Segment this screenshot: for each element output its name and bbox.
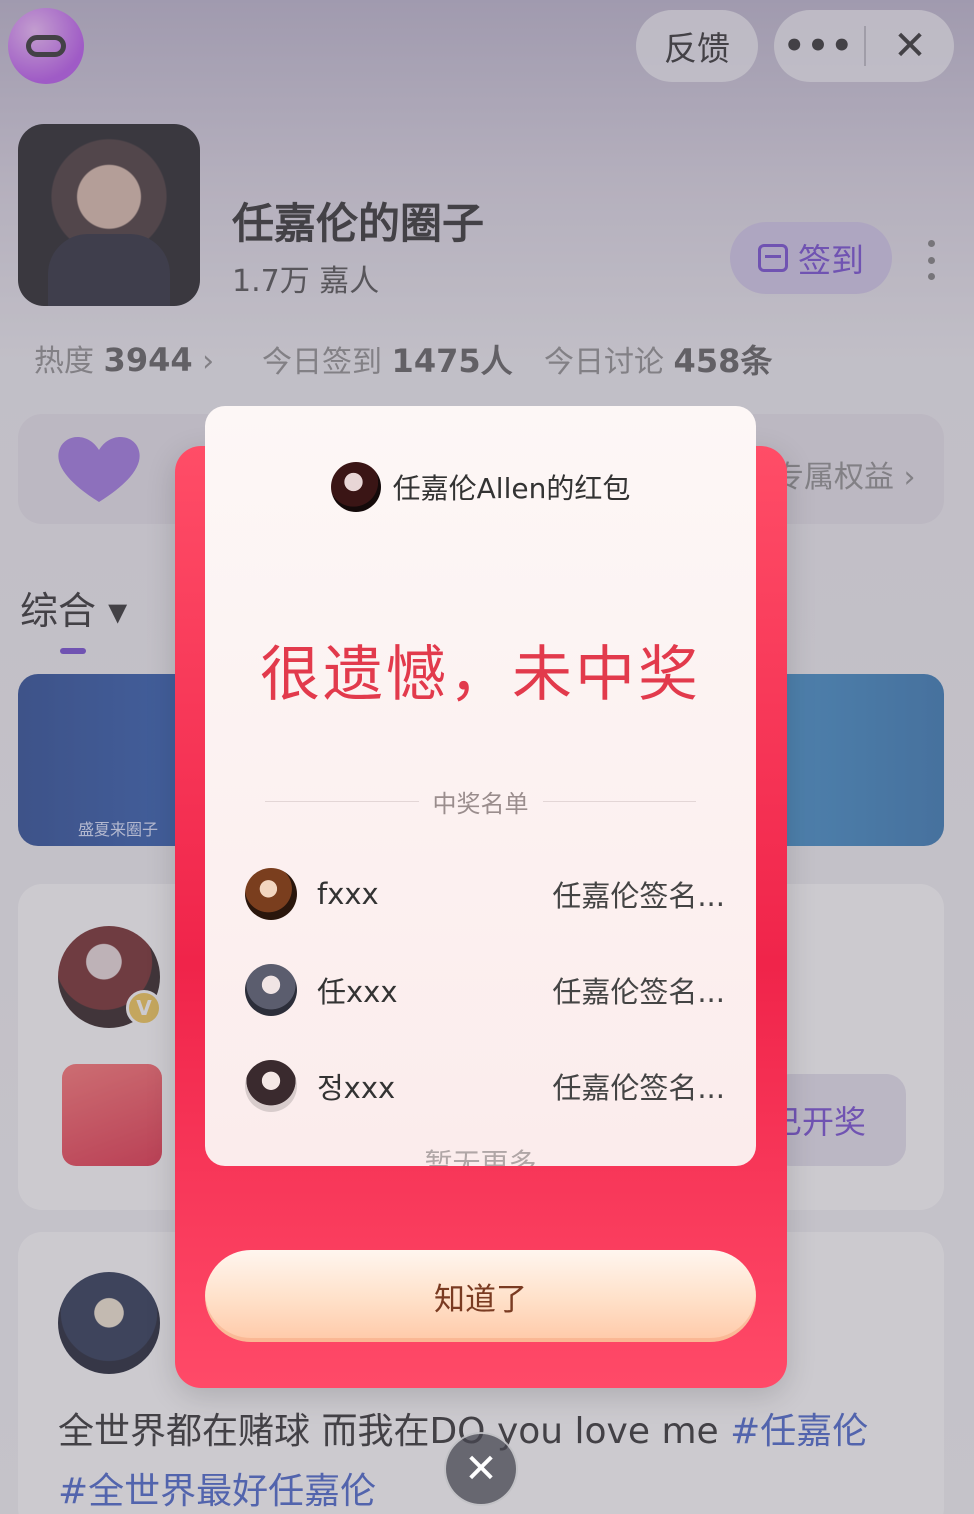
- winner-prize: 任嘉伦签名...: [552, 1071, 725, 1105]
- winner-avatar: [245, 964, 297, 1016]
- sender-name: 任嘉伦Allen的红包: [392, 472, 631, 505]
- winner-prize: 任嘉伦签名...: [552, 975, 725, 1009]
- winner-avatar: [245, 868, 297, 920]
- no-more-text: 暂无更多: [424, 1147, 537, 1166]
- winners-header: 中奖名单: [265, 784, 696, 819]
- winner-name: 정xxx: [317, 1071, 396, 1105]
- winner-prize: 任嘉伦签名...: [552, 879, 725, 913]
- result-title: 很遗憾，未中奖: [260, 640, 701, 710]
- result-card: 任嘉伦Allen的红包 很遗憾，未中奖 中奖名单 fxxx 任嘉伦签名... 任…: [205, 406, 756, 1166]
- winners-title: 中奖名单: [432, 790, 529, 818]
- winner-name: fxxx: [317, 877, 379, 911]
- sender-avatar: [330, 462, 381, 512]
- close-icon[interactable]: ✕: [444, 1432, 518, 1506]
- winner-row: fxxx 任嘉伦签名...: [245, 866, 725, 922]
- packet-sender: 任嘉伦Allen的红包: [205, 462, 756, 512]
- winner-avatar: [245, 1060, 297, 1112]
- got-it-button[interactable]: 知道了: [205, 1250, 756, 1342]
- winner-row: 任xxx 任嘉伦签名...: [245, 962, 725, 1018]
- winner-row: 정xxx 任嘉伦签名...: [245, 1058, 725, 1114]
- winner-name: 任xxx: [317, 975, 398, 1009]
